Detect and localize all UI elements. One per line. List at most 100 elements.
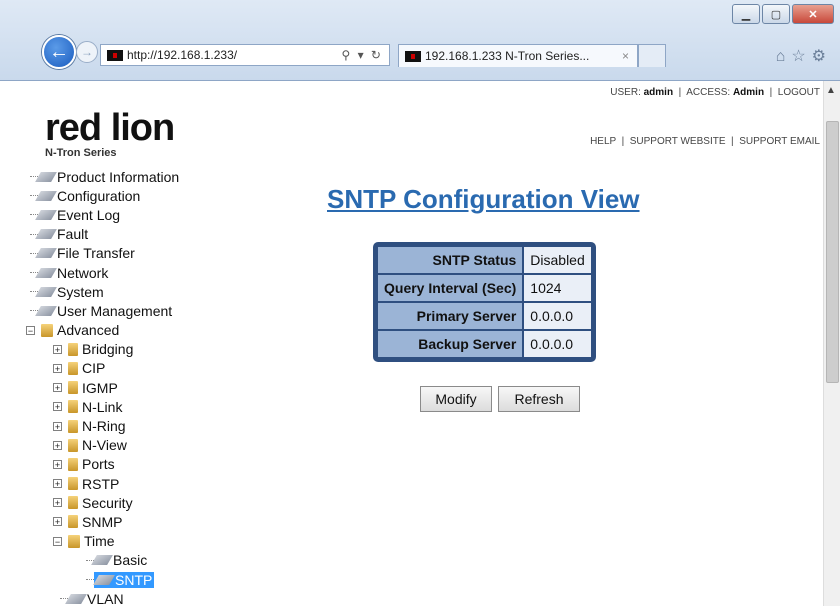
- page-icon: [35, 267, 57, 278]
- site-favicon-icon: [107, 49, 123, 61]
- tree-item-security[interactable]: + Security: [53, 493, 179, 512]
- expand-icon[interactable]: +: [53, 383, 62, 393]
- folder-icon: [68, 496, 78, 510]
- access-value: Admin: [732, 87, 765, 98]
- scroll-up-icon[interactable]: ▲: [826, 85, 836, 96]
- expand-icon[interactable]: +: [53, 498, 62, 508]
- folder-open-icon: [41, 323, 53, 337]
- page-content: red lion N-Tron Series USER: admin | ACC…: [0, 81, 824, 608]
- window-controls: ▁ ▢ ✕: [732, 4, 834, 24]
- search-refresh-icon[interactable]: ⚲ ▾ ↻: [341, 48, 389, 62]
- folder-icon: [68, 361, 78, 375]
- folder-icon: [68, 438, 78, 452]
- tree-item-configuration[interactable]: Configuration: [30, 186, 179, 205]
- tab-title: 192.168.1.233 N-Tron Series...: [425, 49, 590, 63]
- tab-favicon-icon: [405, 50, 421, 62]
- logo-main: red lion: [45, 107, 175, 149]
- tree-item-basic[interactable]: Basic: [86, 551, 179, 570]
- row-value: 0.0.0.0: [524, 303, 591, 329]
- tree-item-rstp[interactable]: + RSTP: [53, 474, 179, 493]
- maximize-icon[interactable]: ▢: [762, 4, 790, 24]
- user-value: admin: [643, 87, 674, 98]
- tree-item-n-view[interactable]: + N-View: [53, 436, 179, 455]
- support-website-link[interactable]: SUPPORT WEBSITE: [630, 136, 726, 147]
- tree-item-n-ring[interactable]: + N-Ring: [53, 416, 179, 435]
- expand-icon[interactable]: +: [53, 479, 62, 489]
- tree-item-bridging[interactable]: + Bridging: [53, 340, 179, 359]
- address-bar[interactable]: http://192.168.1.233/ ⚲ ▾ ↻: [100, 44, 390, 66]
- user-bar: USER: admin | ACCESS: Admin | LOGOUT: [610, 87, 820, 98]
- tree-item-sntp[interactable]: SNTP: [86, 570, 179, 589]
- new-tab-button[interactable]: [638, 44, 666, 67]
- expand-icon[interactable]: +: [53, 363, 62, 373]
- table-row: Backup Server 0.0.0.0: [378, 331, 591, 357]
- page-icon: [35, 286, 57, 297]
- folder-icon: [68, 477, 78, 491]
- tree-item-event-log[interactable]: Event Log: [30, 205, 179, 224]
- sntp-config-table: SNTP Status Disabled Query Interval (Sec…: [373, 242, 596, 362]
- vertical-scrollbar[interactable]: ▲: [823, 81, 840, 606]
- tree-item-vlan[interactable]: VLAN: [60, 589, 179, 608]
- tree-item-snmp[interactable]: + SNMP: [53, 512, 179, 531]
- support-email-link[interactable]: SUPPORT EMAIL: [739, 136, 820, 147]
- collapse-icon[interactable]: −: [26, 325, 35, 335]
- tree-item-n-link[interactable]: + N-Link: [53, 397, 179, 416]
- table-row: Primary Server 0.0.0.0: [378, 303, 591, 329]
- scroll-thumb[interactable]: [826, 121, 839, 383]
- favorites-star-icon[interactable]: ☆: [791, 48, 811, 65]
- expand-icon[interactable]: +: [53, 344, 62, 354]
- tree-item-fault[interactable]: Fault: [30, 225, 179, 244]
- back-arrow-icon[interactable]: ←: [42, 35, 76, 69]
- tree-item-product-information[interactable]: Product Information: [30, 167, 179, 186]
- user-label: USER:: [610, 87, 641, 98]
- selected-sntp: SNTP: [93, 571, 155, 588]
- folder-icon: [68, 342, 78, 356]
- folder-icon: [68, 400, 78, 414]
- forward-arrow-icon[interactable]: →: [76, 41, 98, 63]
- logo: red lion N-Tron Series: [45, 107, 175, 159]
- table-row: SNTP Status Disabled: [378, 247, 591, 273]
- expand-icon[interactable]: +: [53, 421, 62, 431]
- tree-item-system[interactable]: System: [30, 282, 179, 301]
- row-label: Query Interval (Sec): [378, 275, 523, 301]
- tree-item-file-transfer[interactable]: File Transfer: [30, 244, 179, 263]
- help-bar: HELP | SUPPORT WEBSITE | SUPPORT EMAIL: [590, 136, 820, 147]
- tree-item-cip[interactable]: + CIP: [53, 359, 179, 378]
- access-label: ACCESS:: [686, 87, 731, 98]
- expand-icon[interactable]: +: [53, 402, 62, 412]
- logout-link[interactable]: LOGOUT: [778, 87, 820, 98]
- folder-open-icon: [68, 534, 80, 548]
- page-icon: [35, 248, 57, 259]
- row-value: Disabled: [524, 247, 591, 273]
- row-value: 1024: [524, 275, 591, 301]
- expand-icon[interactable]: +: [53, 440, 62, 450]
- tree-item-igmp[interactable]: + IGMP: [53, 378, 179, 397]
- refresh-button[interactable]: Refresh: [498, 386, 580, 412]
- tree-item-ports[interactable]: + Ports: [53, 455, 179, 474]
- close-window-icon[interactable]: ✕: [792, 4, 834, 24]
- url-text: http://192.168.1.233/: [127, 48, 238, 62]
- row-label: Primary Server: [378, 303, 523, 329]
- modify-button[interactable]: Modify: [420, 386, 492, 412]
- browser-tab[interactable]: 192.168.1.233 N-Tron Series... ×: [398, 44, 638, 67]
- tab-close-icon[interactable]: ×: [622, 49, 629, 63]
- toolbar-icons: ⌂☆⚙: [776, 46, 832, 66]
- gear-icon[interactable]: ⚙: [812, 48, 832, 65]
- page-title: SNTP Configuration View: [327, 184, 640, 214]
- home-icon[interactable]: ⌂: [776, 48, 792, 65]
- tree-item-network[interactable]: Network: [30, 263, 179, 282]
- folder-icon: [68, 381, 78, 395]
- expand-icon[interactable]: +: [53, 459, 62, 469]
- help-link[interactable]: HELP: [590, 136, 616, 147]
- tree-item-time[interactable]: − Time: [53, 532, 179, 551]
- page-icon: [65, 593, 87, 604]
- folder-icon: [68, 419, 78, 433]
- tree-item-advanced[interactable]: − Advanced: [26, 321, 179, 340]
- collapse-icon[interactable]: −: [53, 536, 62, 546]
- minimize-icon[interactable]: ▁: [732, 4, 760, 24]
- tree-item-user-management[interactable]: User Management: [30, 301, 179, 320]
- page-icon: [93, 574, 115, 585]
- page-icon: [35, 229, 57, 240]
- folder-icon: [68, 457, 78, 471]
- expand-icon[interactable]: +: [53, 517, 62, 527]
